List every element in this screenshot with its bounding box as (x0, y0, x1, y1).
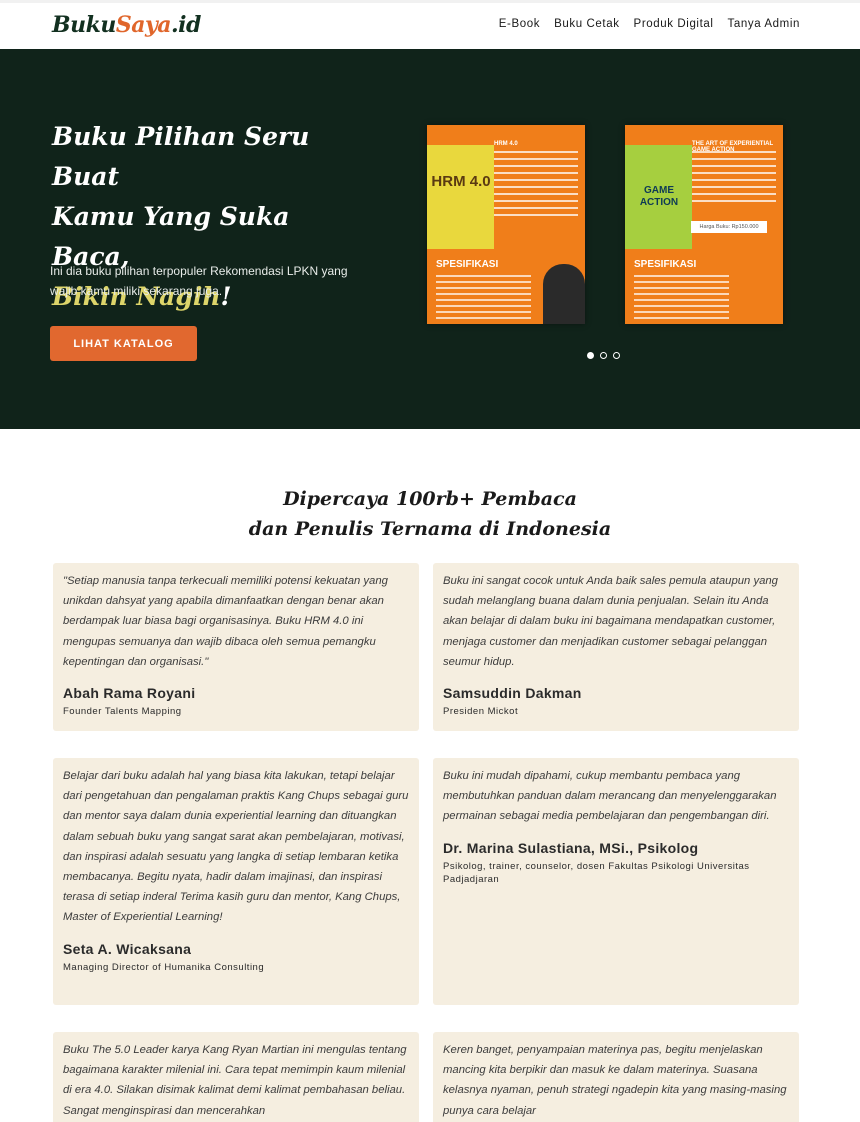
price-tag: Harga Buku: Rp150.000 (691, 221, 767, 233)
testimonial-quote: Buku ini mudah dipahami, cukup membantu … (443, 770, 777, 823)
author-photo (543, 264, 585, 324)
lihat-katalog-button[interactable]: LIHAT KATALOG (50, 326, 197, 361)
book-cover-image: GAME ACTION (625, 145, 692, 249)
nav-tanya-admin[interactable]: Tanya Admin (728, 18, 800, 30)
testimonial-card: Buku The 5.0 Leader karya Kang Ryan Mart… (53, 1032, 419, 1122)
testimonial-quote: Buku ini sangat cocok untuk Anda baik sa… (443, 575, 778, 668)
spec-label: SPESIFIKASI (634, 259, 697, 270)
carousel-dot-3[interactable] (613, 352, 620, 359)
testimonials-heading-line-2: dan Penulis Ternama di Indonesia (248, 518, 612, 540)
testimonial-card: "Setiap manusia tanpa terkecuali memilik… (53, 563, 419, 731)
testimonials-heading-line-1: Dipercaya 100rb+ Pembaca (283, 488, 577, 510)
testimonial-name: Dr. Marina Sulastiana, MSi., Psikolog (443, 839, 699, 856)
logo-part-3: .id (171, 12, 201, 38)
book-description-lines (494, 151, 578, 221)
testimonial-name: Abah Rama Royani (63, 685, 196, 702)
logo-part-1: Buku (52, 12, 116, 38)
spec-label: SPESIFIKASI (436, 259, 499, 270)
testimonial-role: Founder Talents Mapping (63, 706, 182, 718)
book-slide-game-action[interactable]: GAME ACTION THE ART OF EXPERIENTIAL GAME… (625, 125, 783, 324)
testimonial-quote: Belajar dari buku adalah hal yang biasa … (63, 770, 409, 924)
book-description-lines (692, 151, 776, 207)
top-navbar: BukuSaya.id E-Book Buku Cetak Produk Dig… (0, 0, 860, 49)
book-title: HRM 4.0 (494, 141, 518, 147)
cover-title: GAME ACTION (639, 185, 679, 208)
spec-lines (436, 275, 531, 323)
site-logo[interactable]: BukuSaya.id (52, 12, 201, 38)
book-slide-hrm[interactable]: HRM 4.0 HRM 4.0 SPESIFIKASI (427, 125, 585, 324)
cover-title: HRM 4.0 (431, 173, 491, 190)
carousel-dot-1[interactable] (587, 352, 594, 359)
testimonial-role: Managing Director of Humanika Consulting (63, 961, 265, 973)
logo-part-2: Saya (115, 12, 172, 38)
testimonial-role: Psikolog, trainer, counselor, dosen Faku… (443, 860, 750, 885)
testimonial-role: Presiden Mickot (443, 706, 519, 718)
testimonial-quote: Keren banget, penyampaian materinya pas,… (443, 1044, 787, 1117)
nav-ebook[interactable]: E-Book (499, 18, 540, 30)
spec-lines (634, 275, 729, 323)
carousel-dots (587, 352, 620, 359)
hero-title-line-1: Buku Pilihan Seru Buat (52, 122, 310, 191)
nav-buku-cetak[interactable]: Buku Cetak (554, 18, 619, 30)
testimonial-card: Buku ini sangat cocok untuk Anda baik sa… (433, 563, 799, 731)
testimonial-name: Samsuddin Dakman (443, 685, 582, 702)
testimonials-heading: Dipercaya 100rb+ Pembaca dan Penulis Ter… (0, 484, 860, 544)
main-menu: E-Book Buku Cetak Produk Digital Tanya A… (499, 18, 800, 30)
hero-description: Ini dia buku pilihan terpopuler Rekomend… (50, 264, 348, 298)
hero-section: Buku Pilihan Seru Buat Kamu Yang Suka Ba… (0, 49, 860, 429)
testimonial-quote: "Setiap manusia tanpa terkecuali memilik… (63, 575, 388, 668)
carousel-dot-2[interactable] (600, 352, 607, 359)
testimonial-card: Belajar dari buku adalah hal yang biasa … (53, 758, 419, 1005)
nav-produk-digital[interactable]: Produk Digital (634, 18, 714, 30)
testimonial-quote: Buku The 5.0 Leader karya Kang Ryan Mart… (63, 1044, 407, 1117)
testimonial-card: Keren banget, penyampaian materinya pas,… (433, 1032, 799, 1122)
book-cover-image: HRM 4.0 (427, 145, 494, 249)
testimonial-card: Buku ini mudah dipahami, cukup membantu … (433, 758, 799, 1005)
testimonial-name: Seta A. Wicaksana (63, 940, 192, 957)
